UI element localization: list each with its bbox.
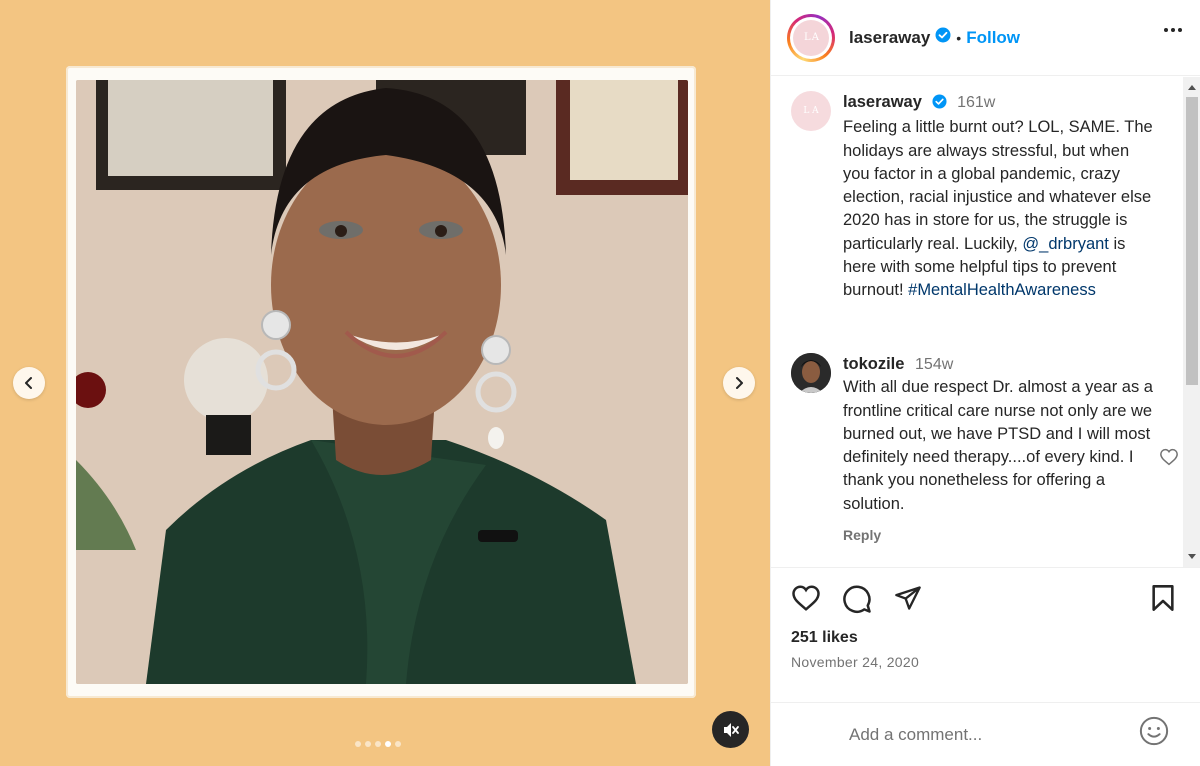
like-comment-button[interactable] bbox=[1159, 448, 1179, 471]
scroll-up-arrow[interactable] bbox=[1188, 85, 1196, 90]
separator-dot: • bbox=[956, 29, 962, 46]
header-username[interactable]: laseraway bbox=[849, 28, 930, 48]
save-button[interactable] bbox=[1150, 584, 1176, 617]
chevron-left-icon bbox=[25, 377, 32, 389]
next-slide-button[interactable] bbox=[723, 367, 755, 399]
caption-avatar[interactable]: L A bbox=[791, 91, 831, 131]
caption-entry: L A laseraway 161w Feeling a little burn… bbox=[791, 91, 1161, 303]
comment-composer bbox=[771, 702, 1200, 766]
comments-list[interactable]: L A laseraway 161w Feeling a little burn… bbox=[771, 77, 1200, 567]
follow-button[interactable]: Follow bbox=[966, 28, 1020, 48]
likes-count[interactable]: 251 likes bbox=[791, 629, 858, 647]
verified-icon bbox=[931, 93, 947, 116]
chevron-right-icon bbox=[736, 377, 743, 389]
scroll-thumb[interactable] bbox=[1186, 97, 1198, 385]
share-button[interactable] bbox=[894, 584, 922, 617]
comments-scrollbar[interactable] bbox=[1183, 77, 1200, 567]
carousel-indicator bbox=[355, 741, 401, 747]
more-options-button[interactable] bbox=[1164, 28, 1182, 32]
hashtag-link[interactable]: #MentalHealthAwareness bbox=[908, 281, 1096, 299]
comment-text: With all due respect Dr. almost a year a… bbox=[843, 378, 1153, 513]
carousel-dot bbox=[355, 741, 361, 747]
post-video[interactable] bbox=[76, 80, 688, 684]
verified-icon bbox=[935, 27, 951, 48]
comment-button[interactable] bbox=[842, 584, 872, 619]
reply-button[interactable]: Reply bbox=[843, 524, 1153, 547]
carousel-dot bbox=[395, 741, 401, 747]
carousel-dot-active bbox=[385, 741, 391, 747]
share-icon bbox=[895, 586, 921, 610]
emoji-icon bbox=[1139, 716, 1169, 746]
carousel-dot bbox=[375, 741, 381, 747]
avatar: L A bbox=[793, 19, 829, 56]
previous-slide-button[interactable] bbox=[13, 367, 45, 399]
scroll-down-arrow[interactable] bbox=[1188, 554, 1196, 559]
post-actions: 251 likes November 24, 2020 bbox=[771, 567, 1200, 702]
caption-username[interactable]: laseraway bbox=[843, 93, 922, 111]
story-ring-avatar[interactable]: L A bbox=[787, 13, 835, 62]
mute-icon bbox=[723, 722, 739, 737]
more-icon bbox=[1164, 28, 1168, 32]
like-button[interactable] bbox=[791, 584, 821, 617]
mention-link[interactable]: @_drbryant bbox=[1022, 235, 1108, 253]
caption-text: Feeling a little burnt out? LOL, SAME. T… bbox=[843, 118, 1153, 253]
comment-entry: tokozile 154w With all due respect Dr. a… bbox=[791, 353, 1178, 547]
comment-username[interactable]: tokozile bbox=[843, 355, 904, 373]
comment-input[interactable] bbox=[849, 724, 1129, 745]
comment-age: 154w bbox=[915, 356, 954, 373]
bookmark-icon bbox=[1152, 585, 1174, 611]
caption-age: 161w bbox=[957, 94, 996, 111]
comment-icon bbox=[843, 585, 871, 613]
mute-toggle-button[interactable] bbox=[712, 711, 749, 748]
heart-icon bbox=[792, 585, 820, 611]
post-sidebar: L A laseraway • Follow L A laseraway 161… bbox=[770, 0, 1200, 766]
carousel-dot bbox=[365, 741, 371, 747]
post-date[interactable]: November 24, 2020 bbox=[791, 654, 919, 670]
post-header: L A laseraway • Follow bbox=[771, 0, 1200, 76]
emoji-button[interactable] bbox=[1139, 716, 1169, 751]
media-pane bbox=[0, 0, 770, 766]
commenter-avatar[interactable] bbox=[791, 353, 831, 393]
heart-icon bbox=[1160, 448, 1178, 466]
